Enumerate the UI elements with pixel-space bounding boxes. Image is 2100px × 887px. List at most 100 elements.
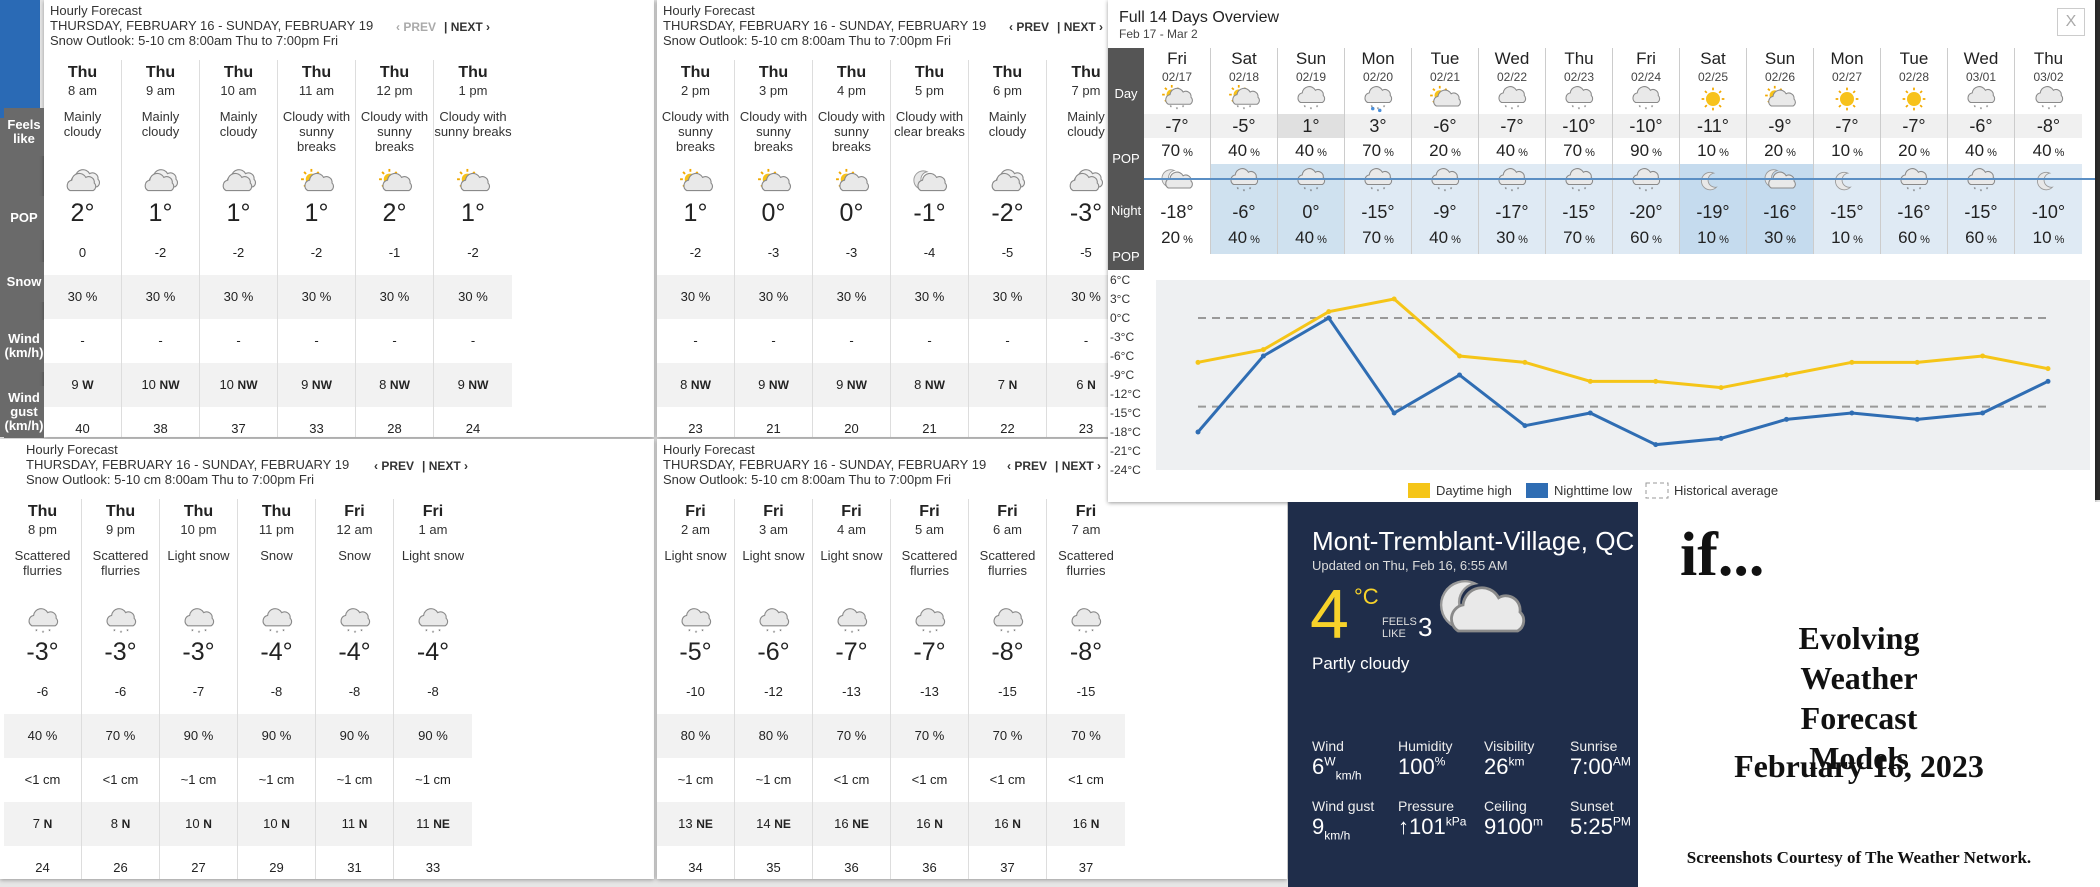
- svg-text:*: *: [191, 628, 194, 635]
- hour-condition: Cloudy with sunny breaks: [739, 109, 808, 154]
- snow-icon: * * *: [2034, 86, 2063, 113]
- svg-text:*: *: [1243, 106, 1246, 113]
- hour-feels-like: -5: [1080, 245, 1092, 260]
- stat-number: 9100: [1484, 814, 1533, 839]
- stat-number: 26: [1484, 754, 1509, 779]
- stat-unit: W: [1324, 754, 1336, 769]
- hour-snow: -: [470, 333, 476, 348]
- snow-outlook: Snow Outlook: 5-10 cm 8:00am Thu to 7:00…: [663, 472, 952, 487]
- wind-speed: 9: [71, 377, 79, 392]
- hour-icon-cell: [657, 167, 734, 199]
- data-point: [1653, 442, 1659, 448]
- row-label-wind: Wind (km/h): [4, 320, 44, 372]
- hour-snow: <1 cm: [989, 772, 1026, 787]
- hourly-columns: Thu 2 pm Cloudy with sunny breaks 1° -2 30 % -…: [657, 60, 1108, 437]
- svg-text:*: *: [35, 628, 38, 635]
- hour-temp: -4°: [260, 638, 293, 666]
- night-icon-cell: * * *: [1948, 164, 2014, 198]
- date-range: THURSDAY, FEBRUARY 16 - SUNDAY, FEBRUARY…: [663, 457, 987, 472]
- prev-button[interactable]: ‹ PREV: [1009, 20, 1049, 34]
- percent-sign: %: [1515, 234, 1528, 246]
- hour-icon-cell: [735, 167, 812, 199]
- night-icon-cell: * * *: [1546, 164, 1612, 198]
- snow-icon: * * *: [1967, 86, 1996, 113]
- hour-condition: Light snow: [664, 548, 727, 563]
- hour-icon-cell: [200, 167, 277, 199]
- date-range: THURSDAY, FEBRUARY 16 - SUNDAY, FEBRUARY…: [50, 18, 374, 33]
- night-pop: 30 %: [1479, 226, 1545, 250]
- overview-day-column: Sat 02/25 -11° 10 % -19° 10 %: [1680, 48, 1747, 254]
- stat-value: 5:25PM: [1570, 814, 1631, 840]
- hour-wind-gust: 27: [191, 860, 206, 875]
- svg-text:*: *: [126, 628, 129, 635]
- moon-icon: [2036, 171, 2054, 191]
- close-button[interactable]: X: [2057, 8, 2085, 36]
- hour-feels-like: -10: [686, 684, 705, 699]
- svg-text:*: *: [1085, 630, 1088, 637]
- hour-wind: 10 N: [160, 802, 237, 846]
- hour-day: Thu: [105, 503, 136, 520]
- nav-separator: |: [444, 20, 451, 34]
- next-button[interactable]: NEXT ›: [1062, 459, 1101, 473]
- percent-sign: %: [1247, 234, 1260, 246]
- sun-cloud-icon: [1430, 85, 1461, 107]
- night-icon-cell: * * *: [1479, 164, 1545, 198]
- moon-cloud-icon: [912, 170, 947, 192]
- svg-text:*: *: [850, 630, 853, 637]
- night-temp: -15°: [1562, 202, 1596, 222]
- wind-speed: 10: [219, 377, 234, 392]
- wind-speed: 13: [678, 816, 693, 831]
- svg-text:*: *: [1578, 188, 1581, 195]
- hour-day: Fri: [1075, 503, 1097, 520]
- prev-button[interactable]: ‹ PREV: [396, 20, 436, 34]
- hour-wind-gust: 35: [766, 860, 781, 875]
- legend-label: Daytime high: [1436, 483, 1512, 498]
- hour-snow: <1 cm: [911, 772, 948, 787]
- data-point: [1980, 410, 1986, 416]
- sun-icon: [1701, 87, 1725, 111]
- day-pop-value: 20: [1764, 141, 1784, 160]
- hour-condition: Mainly cloudy: [1067, 109, 1105, 139]
- wind-direction: N: [281, 817, 290, 831]
- overview-day-column: Mon 02/27 -7° 10 % -15° 10 %: [1814, 48, 1881, 254]
- wind-direction: NW: [389, 378, 410, 392]
- wind-direction: NW: [768, 378, 789, 392]
- hour-day: Fri: [422, 503, 444, 520]
- snow-outlook: Snow Outlook: 5-10 cm 8:00am Thu to 7:00…: [663, 33, 952, 48]
- night-temp: -10°: [2031, 202, 2066, 222]
- hour-column: Fri 5 am Scattered flurries * * * -7° -13 70 % <1…: [891, 499, 969, 879]
- data-point: [1914, 359, 1920, 365]
- hour-snow: -: [80, 333, 85, 348]
- prev-button[interactable]: ‹ PREV: [1007, 459, 1047, 473]
- wind-direction: NW: [846, 378, 867, 392]
- hour-condition: Light snow: [167, 548, 230, 563]
- hourly-header: Hourly Forecast THURSDAY, FEBRUARY 16 - S…: [50, 3, 373, 48]
- hour-wind-gust: 24: [465, 421, 481, 436]
- hourly-title: Hourly Forecast: [663, 3, 755, 18]
- cloudy-icon: [1069, 169, 1104, 192]
- wind-speed: 9: [301, 377, 309, 392]
- title-card: if... Evolving Weather Forecast Models Feb…: [1638, 502, 2100, 887]
- hour-icon-cell: [969, 167, 1046, 199]
- hour-wind: 10 NW: [122, 363, 199, 407]
- hour-time: 11 pm: [258, 522, 295, 537]
- hour-column: Thu 2 pm Cloudy with sunny breaks 1° -2 30 % -…: [657, 60, 735, 437]
- next-button[interactable]: NEXT ›: [429, 459, 468, 473]
- night-temp: -9°: [1433, 202, 1457, 222]
- night-pop-value: 10: [1831, 228, 1851, 247]
- day-date: 02/24: [1630, 70, 1662, 84]
- snow-icon: * * *: [1900, 168, 1929, 195]
- hour-time: 6 pm: [993, 83, 1022, 98]
- hour-icon-cell: * * *: [1047, 606, 1125, 638]
- night-pop: 60 %: [1948, 226, 2014, 250]
- night-pop: 70 %: [1345, 226, 1411, 250]
- next-button[interactable]: NEXT ›: [1064, 20, 1103, 34]
- day-icon-cell: [1680, 84, 1746, 114]
- prev-button[interactable]: ‹ PREV: [374, 459, 414, 473]
- night-icon-cell: * * *: [1345, 164, 1411, 198]
- hour-column: Fri 12 am Snow * * * -4° -8 90 % ~1 cm 11 N 31: [316, 499, 394, 879]
- hour-column: Thu 9 pm Scattered flurries * * * -3° -6 70 % <1 …: [82, 499, 160, 879]
- hourly-title: Hourly Forecast: [50, 3, 142, 18]
- snow-icon: * * *: [418, 608, 449, 637]
- next-button[interactable]: NEXT ›: [451, 20, 490, 34]
